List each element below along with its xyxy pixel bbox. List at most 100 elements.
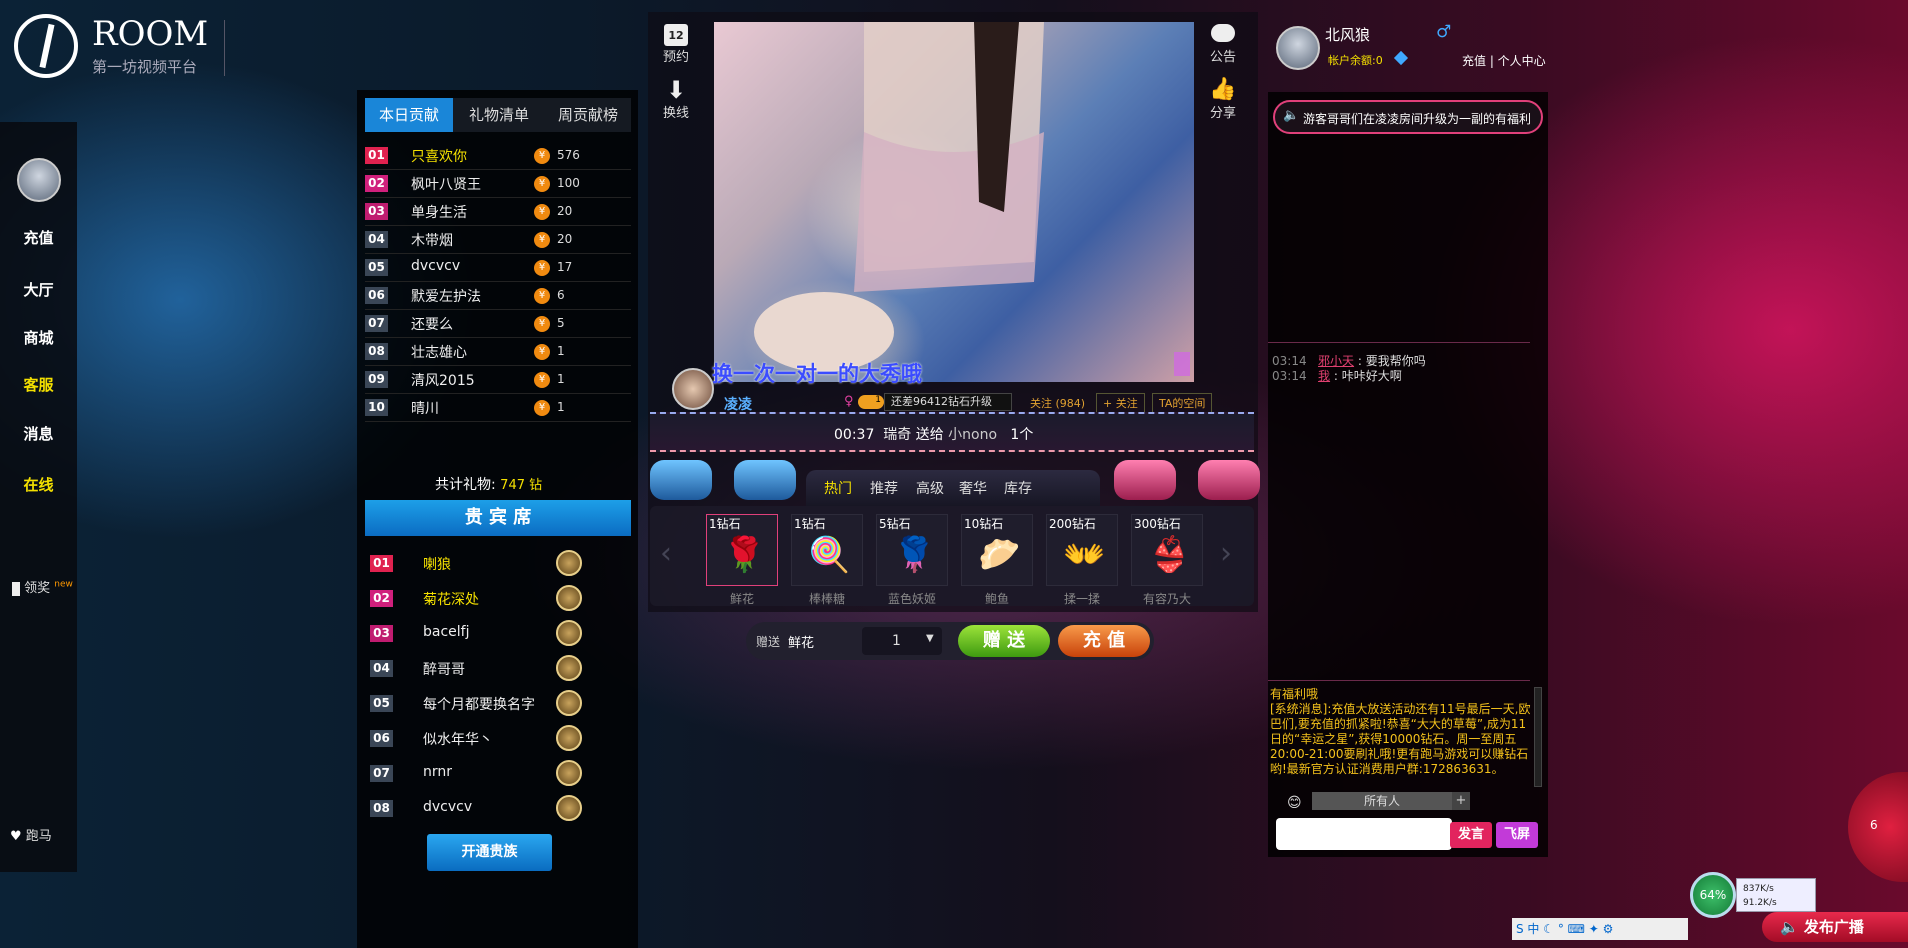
gift-quantity-select[interactable]: 1 ▼ xyxy=(862,627,942,655)
chat-marquee: 🔈 游客哥哥们在凌凌房间升级为一副的有福利 xyxy=(1273,100,1543,134)
host-avatar[interactable] xyxy=(672,368,714,410)
rank-row[interactable]: 02 枫叶八贤王 ¥ 100 xyxy=(365,170,631,198)
tab-daily[interactable]: 本日贡献 xyxy=(365,98,453,132)
logo-brand: ROOM xyxy=(92,14,209,54)
user-links[interactable]: 充值 | 个人中心 xyxy=(1462,52,1546,69)
reserve-button[interactable]: 12 预约 xyxy=(654,24,698,65)
vip-row[interactable]: 06 似水年华丶 xyxy=(370,721,610,755)
rank-value: 5 xyxy=(557,316,565,330)
speak-button[interactable]: 发言 xyxy=(1450,822,1492,848)
gift-item[interactable]: 🥟 10钻石 鲍鱼 xyxy=(961,514,1033,606)
give-gift-button[interactable]: 赠 送 xyxy=(958,625,1050,657)
host-space-link[interactable]: TA的空间 xyxy=(1152,393,1213,413)
rank-row[interactable]: 05 dvcvcv ¥ 17 xyxy=(365,254,631,282)
tab-gift-hot[interactable]: 热门 xyxy=(824,478,852,498)
rank-row[interactable]: 06 默爱左护法 ¥ 6 xyxy=(365,282,631,310)
gift-price: 1钻石 xyxy=(709,517,741,531)
rank-row[interactable]: 04 木带烟 ¥ 20 xyxy=(365,226,631,254)
fly-screen-button[interactable]: 飞屏 xyxy=(1496,822,1538,848)
open-vip-button[interactable]: 开通贵族 xyxy=(427,834,552,871)
speaker-icon: 🔈 xyxy=(1283,108,1300,123)
horse-race-link[interactable]: ♥ 跑马 xyxy=(10,825,52,844)
gift-icon: 🍭 xyxy=(808,535,851,575)
vip-row[interactable]: 05 每个月都要换名字 xyxy=(370,686,610,720)
vip-row[interactable]: 08 dvcvcv xyxy=(370,791,610,825)
rank-row[interactable]: 10 晴川 ¥ 1 xyxy=(365,394,631,422)
gift-next-arrow-icon[interactable]: › xyxy=(1220,536,1232,571)
lottery-link[interactable]: 领奖 new xyxy=(12,577,73,596)
arrow-down-icon: ⬇ xyxy=(665,76,687,104)
vip-row[interactable]: 01 喇狼 xyxy=(370,546,610,580)
nav-item-messages[interactable]: 消息 xyxy=(0,423,77,444)
gift-item[interactable]: 👐 200钻石 揉一揉 xyxy=(1046,514,1118,606)
gift-item[interactable]: 🍭 1钻石 棒棒糖 xyxy=(791,514,863,606)
chat-target-select[interactable]: 所有人 xyxy=(1312,792,1452,810)
side-float-button[interactable]: 6 xyxy=(1848,772,1908,882)
vip-row[interactable]: 02 菊花深处 xyxy=(370,581,610,615)
recharge-button[interactable]: 充 值 xyxy=(1058,625,1150,657)
tab-gift-advanced[interactable]: 高级 xyxy=(916,478,944,498)
notice-button[interactable]: 公告 xyxy=(1201,24,1245,65)
chat-scrollbar[interactable] xyxy=(1534,687,1542,787)
thumbs-up-icon: 👍 xyxy=(1209,77,1237,102)
vip-badge: 08 xyxy=(370,800,393,817)
gift-item[interactable]: 🌹 5钻石 蓝色妖姬 xyxy=(876,514,948,606)
rank-row[interactable]: 08 壮志雄心 ¥ 1 xyxy=(365,338,631,366)
rank-row[interactable]: 09 清风2015 ¥ 1 xyxy=(365,366,631,394)
rank-name: dvcvcv xyxy=(411,258,461,274)
chat-input[interactable] xyxy=(1276,818,1452,850)
gift-price: 5钻石 xyxy=(879,517,911,531)
user-avatar[interactable] xyxy=(1276,26,1320,70)
gift-item[interactable]: 👙 300钻石 有容乃大 xyxy=(1131,514,1203,606)
chat-text: 咔咔好大啊 xyxy=(1341,369,1402,383)
vip-row[interactable]: 07 nrnr xyxy=(370,756,610,790)
tab-gift-luxury[interactable]: 奢华 xyxy=(959,478,987,498)
nav-item-hall[interactable]: 大厅 xyxy=(0,279,77,300)
rank-row[interactable]: 01 只喜欢你 ¥ 576 xyxy=(365,142,631,170)
vip-badge: 04 xyxy=(370,660,393,677)
emoji-icon[interactable]: 😊 xyxy=(1287,795,1302,811)
vip-name: bacelfj xyxy=(423,624,470,640)
chat-user[interactable]: 我 xyxy=(1318,369,1330,383)
vip-row[interactable]: 03 bacelfj xyxy=(370,616,610,650)
chevron-down-icon: ▼ xyxy=(926,633,934,644)
add-target-icon[interactable]: + xyxy=(1452,792,1470,810)
switch-line-button[interactable]: ⬇ 换线 xyxy=(654,78,698,121)
speech-bubble-icon xyxy=(1211,24,1235,42)
gift-name: 揉一揉 xyxy=(1063,592,1100,606)
nav-item-recharge[interactable]: 充值 xyxy=(0,227,77,248)
nav-avatar[interactable] xyxy=(17,158,61,202)
broadcast-button[interactable]: 🔈 发布广播 xyxy=(1762,912,1908,942)
send-label: 赠送 xyxy=(756,635,781,649)
follow-button[interactable]: + 关注 xyxy=(1096,393,1145,413)
chat-user[interactable]: 邪小天 xyxy=(1318,354,1354,368)
rank-row[interactable]: 07 还要么 ¥ 5 xyxy=(365,310,631,338)
tab-gift-stock[interactable]: 库存 xyxy=(1004,478,1032,498)
nav-item-online[interactable]: 在线 xyxy=(0,474,77,495)
gift-prev-arrow-icon[interactable]: ‹ xyxy=(660,536,672,571)
site-logo[interactable]: ROOM 第一坊视频平台 xyxy=(14,14,229,82)
chat-divider xyxy=(1268,680,1530,681)
ime-toolbar[interactable]: S 中 ☾ ° ⌨ ✦ ⚙ xyxy=(1512,918,1688,940)
rank-row[interactable]: 03 单身生活 ¥ 20 xyxy=(365,198,631,226)
gift-item[interactable]: 🌹 1钻石 鲜花 xyxy=(706,514,778,606)
share-button[interactable]: 👍 分享 xyxy=(1201,77,1245,122)
nav-item-mall[interactable]: 商城 xyxy=(0,327,77,348)
divider xyxy=(224,20,225,76)
tab-gift-list[interactable]: 礼物清单 xyxy=(455,98,543,132)
cpu-meter[interactable]: 64% xyxy=(1690,872,1736,918)
gift-icon: 🌹 xyxy=(893,535,936,575)
nav-item-service[interactable]: 客服 xyxy=(0,374,77,395)
video-player[interactable] xyxy=(714,22,1194,382)
rank-value: 1 xyxy=(557,400,565,414)
vip-row[interactable]: 04 醉哥哥 xyxy=(370,651,610,685)
gift-price: 1钻石 xyxy=(794,517,826,531)
rank-badge: 06 xyxy=(365,287,388,304)
tab-weekly[interactable]: 周贡献榜 xyxy=(545,98,631,132)
gift-price: 200钻石 xyxy=(1049,517,1096,531)
vip-title: 贵 宾 席 xyxy=(365,500,631,536)
tab-gift-recommend[interactable]: 推荐 xyxy=(870,478,898,498)
vip-shield-icon xyxy=(556,795,582,821)
rank-value: 20 xyxy=(557,232,573,246)
vip-badge: 05 xyxy=(370,695,393,712)
